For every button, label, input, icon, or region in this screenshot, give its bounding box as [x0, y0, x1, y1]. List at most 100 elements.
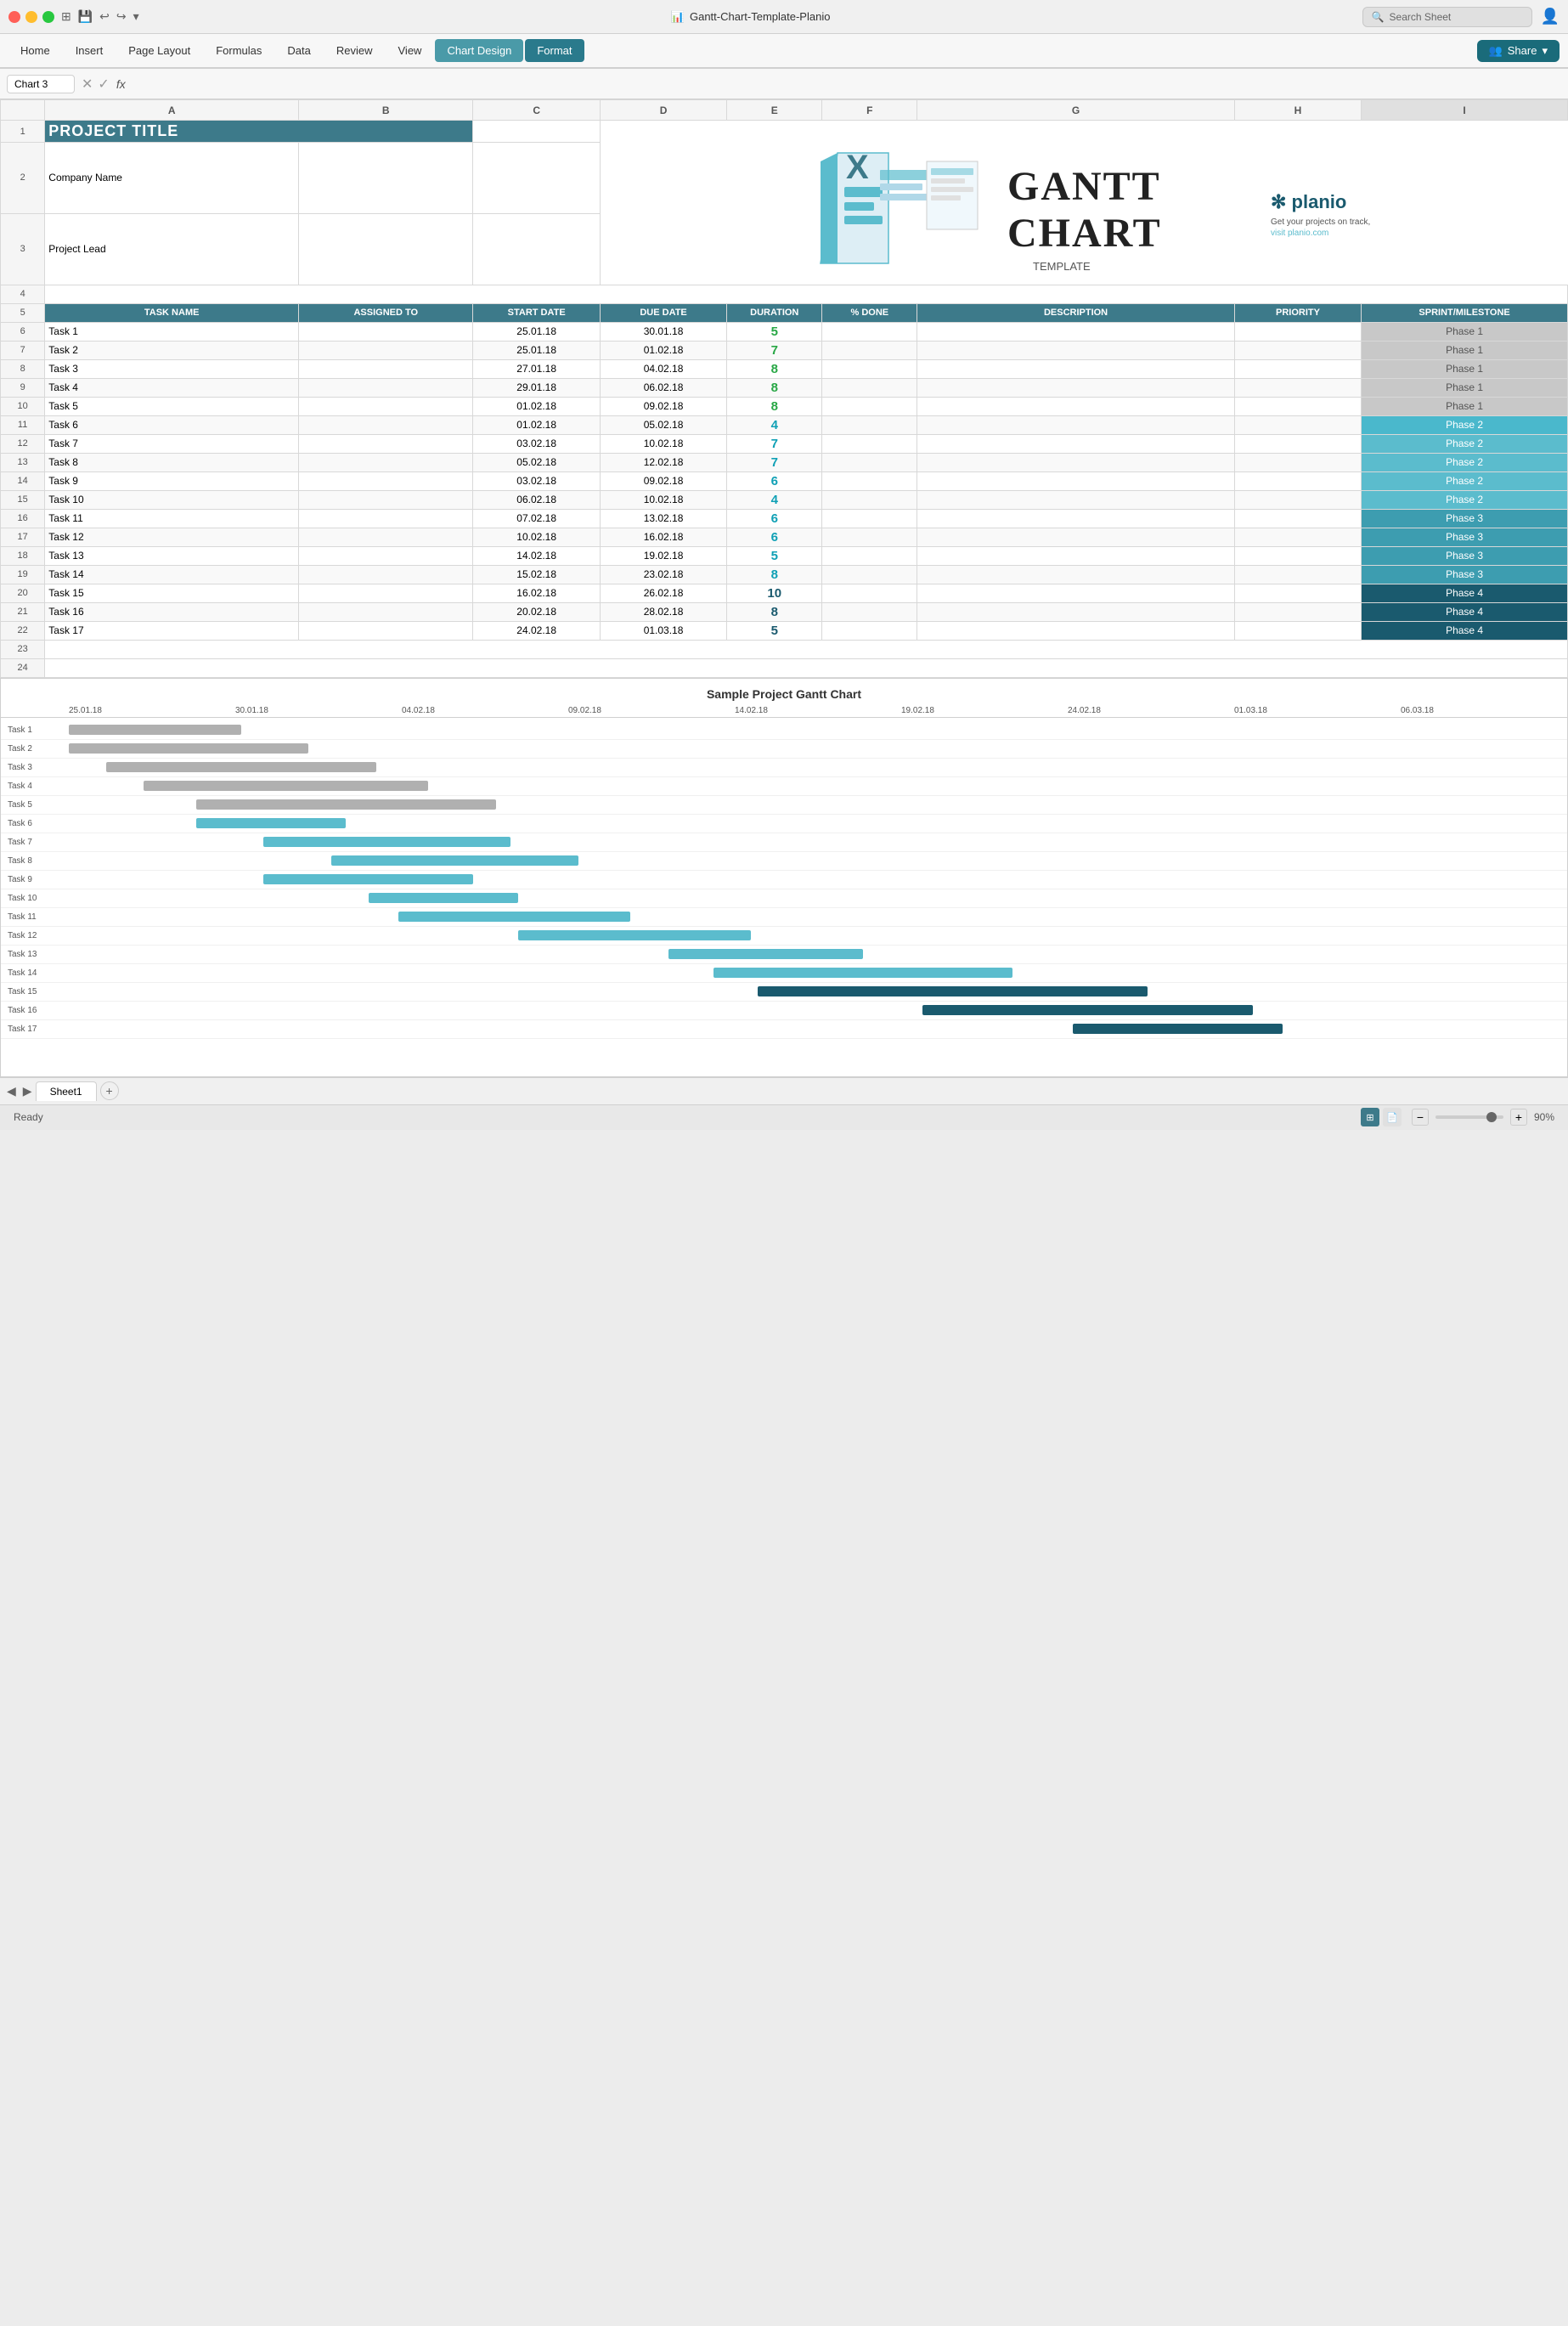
start-date-cell[interactable]: 25.01.18	[473, 341, 600, 359]
phase-cell[interactable]: Phase 4	[1362, 584, 1568, 602]
duration-cell[interactable]: 6	[727, 509, 822, 528]
duration-cell[interactable]: 6	[727, 471, 822, 490]
start-date-cell[interactable]: 16.02.18	[473, 584, 600, 602]
phase-cell[interactable]: Phase 2	[1362, 434, 1568, 453]
duration-cell[interactable]: 5	[727, 546, 822, 565]
pct-done-cell[interactable]	[822, 322, 917, 341]
task-name-cell[interactable]: Task 8	[45, 453, 299, 471]
priority-cell[interactable]	[1234, 509, 1361, 528]
due-date-cell[interactable]: 09.02.18	[600, 471, 726, 490]
pct-done-cell[interactable]	[822, 509, 917, 528]
description-cell[interactable]	[917, 322, 1234, 341]
duration-cell[interactable]: 8	[727, 359, 822, 378]
pct-done-cell[interactable]	[822, 528, 917, 546]
description-cell[interactable]	[917, 490, 1234, 509]
due-date-cell[interactable]: 19.02.18	[600, 546, 726, 565]
start-date-cell[interactable]: 15.02.18	[473, 565, 600, 584]
description-cell[interactable]	[917, 453, 1234, 471]
task-name-cell[interactable]: Task 15	[45, 584, 299, 602]
toolbar-icon-more[interactable]: ▾	[133, 9, 139, 24]
col-header-H[interactable]: H	[1234, 100, 1361, 121]
assigned-to-cell[interactable]	[299, 490, 473, 509]
toolbar-icon-undo[interactable]: ↩	[99, 9, 110, 24]
assigned-to-cell[interactable]	[299, 621, 473, 640]
assigned-to-cell[interactable]	[299, 471, 473, 490]
due-date-cell[interactable]: 26.02.18	[600, 584, 726, 602]
zoom-out-button[interactable]: −	[1412, 1109, 1429, 1126]
task-name-cell[interactable]: Task 12	[45, 528, 299, 546]
pct-done-cell[interactable]	[822, 434, 917, 453]
col-header-G[interactable]: G	[917, 100, 1234, 121]
confirm-icon[interactable]: ✓	[98, 76, 109, 93]
pct-done-cell[interactable]	[822, 621, 917, 640]
start-date-cell[interactable]: 10.02.18	[473, 528, 600, 546]
task-name-cell[interactable]: Task 10	[45, 490, 299, 509]
assigned-to-cell[interactable]	[299, 602, 473, 621]
description-cell[interactable]	[917, 471, 1234, 490]
start-date-cell[interactable]: 14.02.18	[473, 546, 600, 565]
description-cell[interactable]	[917, 565, 1234, 584]
pct-done-cell[interactable]	[822, 490, 917, 509]
priority-cell[interactable]	[1234, 415, 1361, 434]
assigned-to-cell[interactable]	[299, 584, 473, 602]
cancel-icon[interactable]: ✕	[82, 76, 93, 93]
priority-cell[interactable]	[1234, 322, 1361, 341]
due-date-cell[interactable]: 10.02.18	[600, 434, 726, 453]
priority-cell[interactable]	[1234, 546, 1361, 565]
close-button[interactable]	[8, 11, 20, 23]
due-date-cell[interactable]: 01.03.18	[600, 621, 726, 640]
minimize-button[interactable]	[25, 11, 37, 23]
tab-chart-design[interactable]: Chart Design	[435, 39, 523, 62]
cell-B3[interactable]	[299, 213, 473, 285]
duration-cell[interactable]: 6	[727, 528, 822, 546]
phase-cell[interactable]: Phase 3	[1362, 546, 1568, 565]
assigned-to-cell[interactable]	[299, 378, 473, 397]
duration-cell[interactable]: 8	[727, 378, 822, 397]
task-name-cell[interactable]: Task 3	[45, 359, 299, 378]
duration-cell[interactable]: 8	[727, 602, 822, 621]
duration-cell[interactable]: 10	[727, 584, 822, 602]
phase-cell[interactable]: Phase 2	[1362, 490, 1568, 509]
col-header-E[interactable]: E	[727, 100, 822, 121]
pct-done-cell[interactable]	[822, 546, 917, 565]
phase-cell[interactable]: Phase 1	[1362, 341, 1568, 359]
priority-cell[interactable]	[1234, 453, 1361, 471]
start-date-cell[interactable]: 25.01.18	[473, 322, 600, 341]
phase-cell[interactable]: Phase 3	[1362, 528, 1568, 546]
pct-done-cell[interactable]	[822, 378, 917, 397]
pct-done-cell[interactable]	[822, 341, 917, 359]
start-date-cell[interactable]: 03.02.18	[473, 434, 600, 453]
task-name-cell[interactable]: Task 9	[45, 471, 299, 490]
tab-view[interactable]: View	[386, 39, 434, 62]
tab-data[interactable]: Data	[275, 39, 322, 62]
zoom-slider[interactable]	[1435, 1115, 1503, 1119]
priority-cell[interactable]	[1234, 565, 1361, 584]
phase-cell[interactable]: Phase 4	[1362, 621, 1568, 640]
priority-cell[interactable]	[1234, 584, 1361, 602]
description-cell[interactable]	[917, 397, 1234, 415]
tab-home[interactable]: Home	[8, 39, 62, 62]
description-cell[interactable]	[917, 509, 1234, 528]
due-date-cell[interactable]: 10.02.18	[600, 490, 726, 509]
duration-cell[interactable]: 7	[727, 453, 822, 471]
task-name-cell[interactable]: Task 7	[45, 434, 299, 453]
description-cell[interactable]	[917, 359, 1234, 378]
start-date-cell[interactable]: 27.01.18	[473, 359, 600, 378]
tab-insert[interactable]: Insert	[64, 39, 116, 62]
assigned-to-cell[interactable]	[299, 453, 473, 471]
pct-done-cell[interactable]	[822, 602, 917, 621]
assigned-to-cell[interactable]	[299, 397, 473, 415]
description-cell[interactable]	[917, 546, 1234, 565]
assigned-to-cell[interactable]	[299, 415, 473, 434]
assigned-to-cell[interactable]	[299, 322, 473, 341]
phase-cell[interactable]: Phase 2	[1362, 471, 1568, 490]
tab-formulas[interactable]: Formulas	[204, 39, 274, 62]
pct-done-cell[interactable]	[822, 397, 917, 415]
phase-cell[interactable]: Phase 2	[1362, 453, 1568, 471]
phase-cell[interactable]: Phase 1	[1362, 378, 1568, 397]
description-cell[interactable]	[917, 584, 1234, 602]
description-cell[interactable]	[917, 528, 1234, 546]
phase-cell[interactable]: Phase 3	[1362, 565, 1568, 584]
start-date-cell[interactable]: 03.02.18	[473, 471, 600, 490]
col-header-A[interactable]: A	[45, 100, 299, 121]
